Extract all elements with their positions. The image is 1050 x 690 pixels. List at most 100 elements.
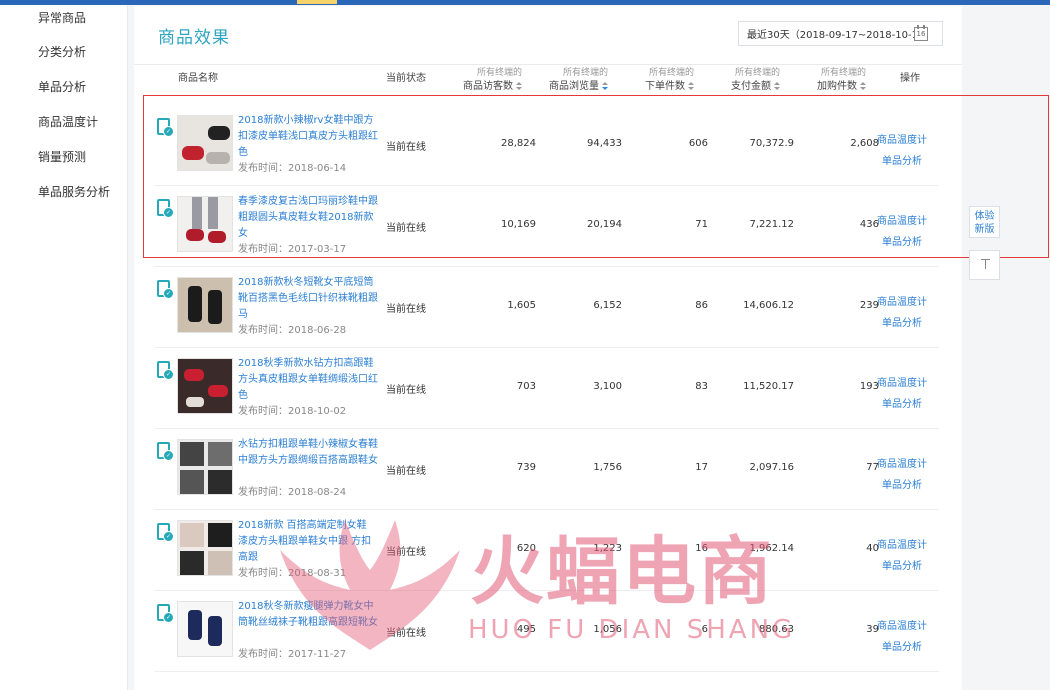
- op-analysis-link[interactable]: 单品分析: [882, 476, 922, 491]
- sort-icon[interactable]: [774, 81, 780, 91]
- product-thumbnail[interactable]: [177, 277, 233, 333]
- op-thermometer-link[interactable]: 商品温度计: [877, 617, 927, 632]
- mobile-check-icon: ✓: [157, 523, 174, 542]
- cell-views: 94,433: [587, 138, 622, 149]
- cell-cart: 40: [866, 543, 879, 554]
- cell-visitors: 10,169: [501, 219, 536, 230]
- table-row: ✓ 2018新款小辣椒rv女鞋中跟方扣漆皮单鞋浅口真皮方头粗跟红色 发布时间：201…: [154, 104, 939, 186]
- cell-cart: 77: [866, 462, 879, 473]
- try-new-version-button[interactable]: 体验新版: [969, 206, 1000, 238]
- op-analysis-link[interactable]: 单品分析: [882, 233, 922, 248]
- sort-icon[interactable]: [602, 81, 608, 91]
- col-header-product-name: 商品名称: [178, 73, 218, 84]
- check-icon: ✓: [163, 450, 174, 461]
- col-header-orders[interactable]: 所有终端的 下单件数: [628, 67, 694, 93]
- mobile-check-icon: ✓: [157, 199, 174, 218]
- cell-payment: 7,221.12: [749, 219, 794, 230]
- cell-orders: 83: [695, 381, 708, 392]
- cell-payment: 880.63: [759, 624, 794, 635]
- sort-icon[interactable]: [860, 81, 866, 91]
- sidebar-item-single-product-analysis[interactable]: 单品分析: [38, 78, 86, 95]
- product-thumbnail[interactable]: [177, 601, 233, 657]
- cell-views: 3,100: [593, 381, 622, 392]
- op-thermometer-link[interactable]: 商品温度计: [877, 455, 927, 470]
- op-thermometer-link[interactable]: 商品温度计: [877, 293, 927, 308]
- cell-payment: 11,520.17: [743, 381, 794, 392]
- sort-icon[interactable]: [516, 81, 522, 91]
- check-icon: ✓: [163, 288, 174, 299]
- cell-visitors: 495: [516, 624, 536, 635]
- op-analysis-link[interactable]: 单品分析: [882, 557, 922, 572]
- cell-views: 6,152: [593, 300, 622, 311]
- op-thermometer-link[interactable]: 商品温度计: [877, 374, 927, 389]
- table-row: ✓ 2018新款 百搭高端定制女鞋 漆皮方头粗跟单鞋女中跟 方扣高跟发布时间：20…: [154, 509, 939, 591]
- status-text: 当前在线: [386, 223, 426, 234]
- cell-visitors: 739: [516, 462, 536, 473]
- status-text: 当前在线: [386, 385, 426, 396]
- back-to-top-button[interactable]: [969, 250, 1000, 280]
- cell-cart: 2,608: [850, 138, 879, 149]
- main-panel: 商品效果 最近30天（2018-09-17~2018-10-16） 16 商品名…: [134, 6, 962, 690]
- table-row: ✓ 水钻方扣粗跟单鞋小辣椒女春鞋中跟方头方跟绸缎百搭高跟鞋女 发布时间：2018-0…: [154, 428, 939, 510]
- cell-views: 1,756: [593, 462, 622, 473]
- cell-orders: 71: [695, 219, 708, 230]
- cell-cart: 193: [859, 381, 879, 392]
- product-name-link[interactable]: 2018新款 百搭高端定制女鞋 漆皮方头粗跟单鞋女中跟 方扣高跟: [238, 518, 378, 566]
- op-thermometer-link[interactable]: 商品温度计: [877, 131, 927, 146]
- op-analysis-link[interactable]: 单品分析: [882, 638, 922, 653]
- product-name-link[interactable]: 水钻方扣粗跟单鞋小辣椒女春鞋中跟方头方跟绸缎百搭高跟鞋女: [238, 437, 378, 469]
- table-row: ✓ 2018秋冬新款瘦腿弹力靴女中筒靴丝绒袜子靴粗跟高跟短靴女 发布时间：2017-…: [154, 590, 939, 672]
- cell-views: 1,056: [593, 624, 622, 635]
- sidebar-item-product-thermometer[interactable]: 商品温度计: [38, 113, 98, 130]
- product-name-link[interactable]: 2018秋冬新款瘦腿弹力靴女中筒靴丝绒袜子靴粗跟高跟短靴女: [238, 599, 378, 631]
- col-header-status: 当前状态: [386, 73, 426, 84]
- op-thermometer-link[interactable]: 商品温度计: [877, 536, 927, 551]
- col-header-actions: 操作: [900, 73, 920, 84]
- table-row: ✓ 春季漆皮复古浅口玛丽珍鞋中跟粗跟圆头真皮鞋女鞋2018新款女发布时间：2017…: [154, 185, 939, 267]
- product-name-link[interactable]: 2018新款小辣椒rv女鞋中跟方扣漆皮单鞋浅口真皮方头粗跟红色: [238, 113, 378, 161]
- cell-visitors: 703: [516, 381, 536, 392]
- cell-payment: 70,372.9: [749, 138, 794, 149]
- mobile-check-icon: ✓: [157, 361, 174, 380]
- product-name-link[interactable]: 2018秋季新款水钻方扣高跟鞋方头真皮粗跟女单鞋绸缎浅口红色: [238, 356, 378, 404]
- check-icon: ✓: [163, 612, 174, 623]
- sort-icon[interactable]: [688, 81, 694, 91]
- col-header-cart[interactable]: 所有终端的 加购件数: [800, 67, 866, 93]
- cell-visitors: 28,824: [501, 138, 536, 149]
- sidebar-item-sales-forecast[interactable]: 销量预测: [38, 148, 86, 165]
- product-thumbnail[interactable]: [177, 520, 233, 576]
- op-analysis-link[interactable]: 单品分析: [882, 395, 922, 410]
- status-text: 当前在线: [386, 142, 426, 153]
- cell-cart: 39: [866, 624, 879, 635]
- cell-visitors: 1,605: [507, 300, 536, 311]
- product-name-link[interactable]: 春季漆皮复古浅口玛丽珍鞋中跟粗跟圆头真皮鞋女鞋2018新款女: [238, 194, 378, 242]
- col-header-payment[interactable]: 所有终端的 支付金额: [714, 67, 780, 93]
- sidebar-item-category-analysis[interactable]: 分类分析: [38, 43, 86, 60]
- sidebar-item-product-service-analysis[interactable]: 单品服务分析: [38, 183, 110, 200]
- check-icon: ✓: [163, 531, 174, 542]
- op-thermometer-link[interactable]: 商品温度计: [877, 212, 927, 227]
- status-text: 当前在线: [386, 628, 426, 639]
- calendar-icon[interactable]: 16: [914, 25, 928, 41]
- op-analysis-link[interactable]: 单品分析: [882, 152, 922, 167]
- product-thumbnail[interactable]: [177, 196, 233, 252]
- product-thumbnail[interactable]: [177, 358, 233, 414]
- product-name-link[interactable]: 2018新款秋冬短靴女平底短筒靴百搭黑色毛线口针织袜靴粗跟马: [238, 275, 378, 323]
- publish-time: 发布时间：2018-10-02: [238, 406, 347, 417]
- page-title: 商品效果: [158, 28, 230, 48]
- col-header-views[interactable]: 所有终端的 商品浏览量: [542, 67, 608, 93]
- publish-time: 发布时间：2018-08-31: [238, 568, 347, 579]
- check-icon: ✓: [163, 369, 174, 380]
- cell-views: 20,194: [587, 219, 622, 230]
- date-range-selector[interactable]: 最近30天（2018-09-17~2018-10-16）: [738, 21, 943, 46]
- col-header-visitors[interactable]: 所有终端的 商品访客数: [456, 67, 522, 93]
- product-thumbnail[interactable]: [177, 115, 233, 171]
- cell-orders: 17: [695, 462, 708, 473]
- publish-time: 发布时间：2017-03-17: [238, 244, 347, 255]
- sidebar-item-abnormal-products[interactable]: 异常商品: [38, 9, 86, 26]
- mobile-check-icon: ✓: [157, 118, 174, 137]
- product-thumbnail[interactable]: [177, 439, 233, 495]
- mobile-check-icon: ✓: [157, 604, 174, 623]
- cell-orders: 606: [688, 138, 708, 149]
- op-analysis-link[interactable]: 单品分析: [882, 314, 922, 329]
